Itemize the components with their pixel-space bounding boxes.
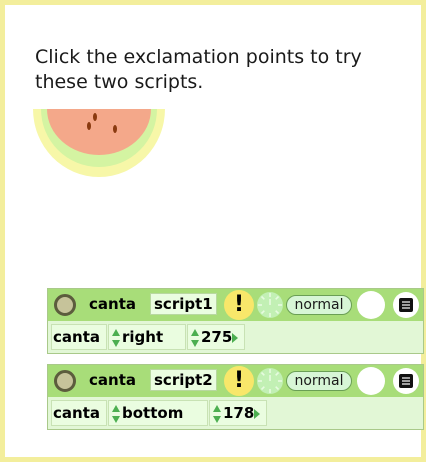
grip-circle-icon[interactable] xyxy=(54,294,76,316)
clock-icon[interactable] xyxy=(256,367,284,395)
right-triangle-icon[interactable] xyxy=(232,332,239,343)
status-selector[interactable]: normal xyxy=(286,295,352,315)
up-down-arrows-icon[interactable] xyxy=(190,328,200,348)
command-property-label: right xyxy=(122,328,164,346)
command-value[interactable]: 178 xyxy=(209,400,267,426)
up-down-arrows-icon[interactable] xyxy=(111,404,121,424)
menu-icon[interactable] xyxy=(393,292,419,318)
command-value[interactable]: 275 xyxy=(187,324,245,350)
grip-circle-icon[interactable] xyxy=(54,370,76,392)
script-actor-name: canta xyxy=(89,371,136,389)
script-header: canta script2 ! normal xyxy=(48,365,423,397)
command-property[interactable]: right xyxy=(108,324,186,350)
command-value-label: 275 xyxy=(201,328,233,346)
status-selector[interactable]: normal xyxy=(286,371,352,391)
script-actor-name: canta xyxy=(89,295,136,313)
up-down-arrows-icon[interactable] xyxy=(111,328,121,348)
command-property[interactable]: bottom xyxy=(108,400,208,426)
command-target[interactable]: canta xyxy=(51,400,107,426)
script-panel-1: canta script1 ! normal canta right 275 xyxy=(47,288,424,354)
command-property-label: bottom xyxy=(122,404,184,422)
instructions-text: Click the exclamation points to try thes… xyxy=(35,46,362,93)
page-frame: Click the exclamation points to try thes… xyxy=(0,0,426,462)
watermelon-slice-icon[interactable] xyxy=(33,109,165,179)
clock-icon[interactable] xyxy=(256,291,284,319)
command-value-label: 178 xyxy=(223,404,255,422)
script-name-field[interactable]: script2 xyxy=(150,369,217,391)
command-target[interactable]: canta xyxy=(51,324,107,350)
script-panel-2: canta script2 ! normal canta bottom 178 xyxy=(47,364,424,430)
up-down-arrows-icon[interactable] xyxy=(212,404,222,424)
blank-circle-button[interactable] xyxy=(357,291,385,319)
exclamation-icon[interactable]: ! xyxy=(224,366,254,396)
script-header: canta script1 ! normal xyxy=(48,289,423,321)
exclamation-icon[interactable]: ! xyxy=(224,290,254,320)
script-name-field[interactable]: script1 xyxy=(150,293,217,315)
blank-circle-button[interactable] xyxy=(357,367,385,395)
right-triangle-icon[interactable] xyxy=(254,408,261,419)
menu-icon[interactable] xyxy=(393,368,419,394)
